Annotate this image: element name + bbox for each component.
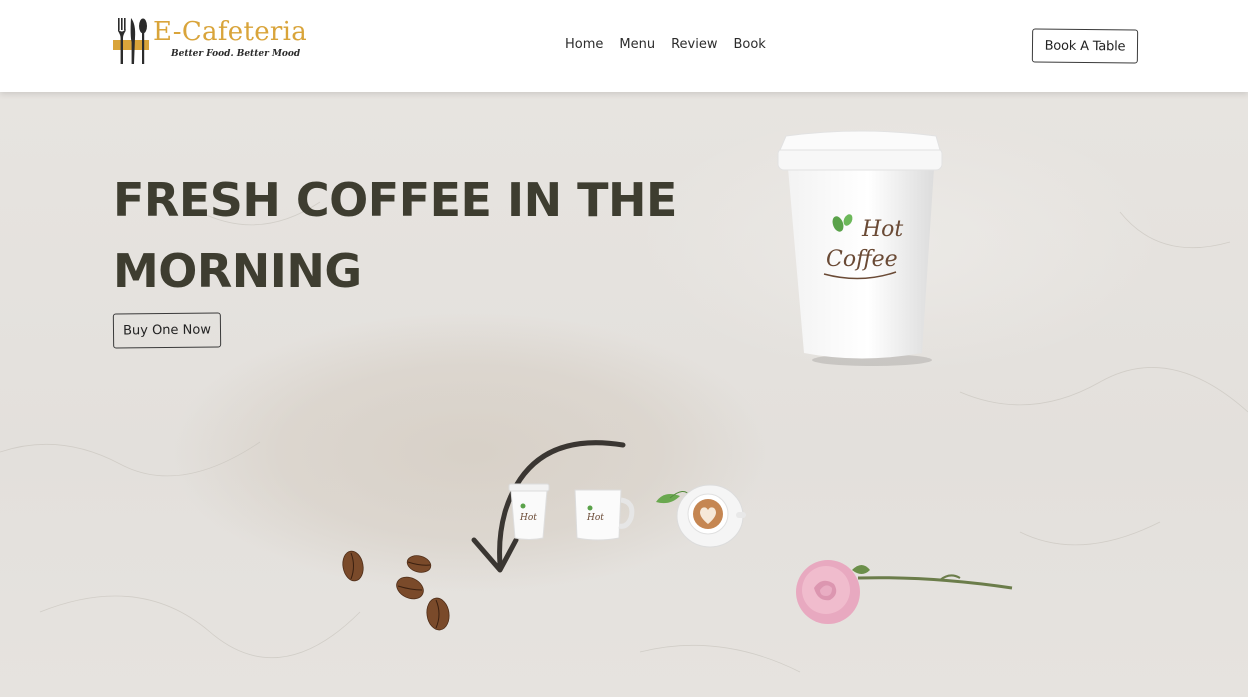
cup-text-hot: Hot — [861, 217, 903, 242]
pink-rose-image — [796, 560, 1013, 624]
brand-logo[interactable]: E-Cafeteria Better Food. Better Mood — [113, 16, 307, 68]
mug-text: Hot — [586, 513, 604, 523]
nav-review[interactable]: Review — [671, 37, 717, 52]
main-nav: Home Menu Review Book — [565, 37, 782, 52]
brand-tagline: Better Food. Better Mood — [171, 49, 301, 59]
hero-heading-line-2: MORNING — [113, 244, 362, 298]
nav-menu[interactable]: Menu — [619, 37, 655, 52]
coffee-beans-image — [342, 550, 450, 631]
brand-name: E-Cafeteria — [153, 17, 308, 47]
latte-saucer-image — [656, 484, 746, 548]
hero-heading: FRESH COFFEE IN THE MORNING — [113, 165, 733, 307]
buy-one-now-button[interactable]: Buy One Now — [112, 312, 222, 349]
nav-home[interactable]: Home — [565, 37, 603, 52]
hero-section: FRESH COFFEE IN THE MORNING Buy One Now … — [0, 92, 1248, 697]
mug-image: Hot — [574, 489, 635, 541]
small-cup-text: Hot — [519, 513, 537, 523]
book-table-button[interactable]: Book A Table — [1031, 28, 1139, 64]
hero-heading-line-1: FRESH COFFEE IN THE — [113, 173, 677, 227]
small-cup-image: Hot — [508, 483, 550, 540]
cup-text-coffee: Coffee — [826, 247, 898, 272]
nav-book[interactable]: Book — [733, 37, 765, 52]
hot-coffee-cup-image: Hot Coffee — [777, 130, 943, 366]
site-header: E-Cafeteria Better Food. Better Mood Hom… — [0, 0, 1248, 92]
fork-knife-spoon-icon — [113, 18, 149, 64]
